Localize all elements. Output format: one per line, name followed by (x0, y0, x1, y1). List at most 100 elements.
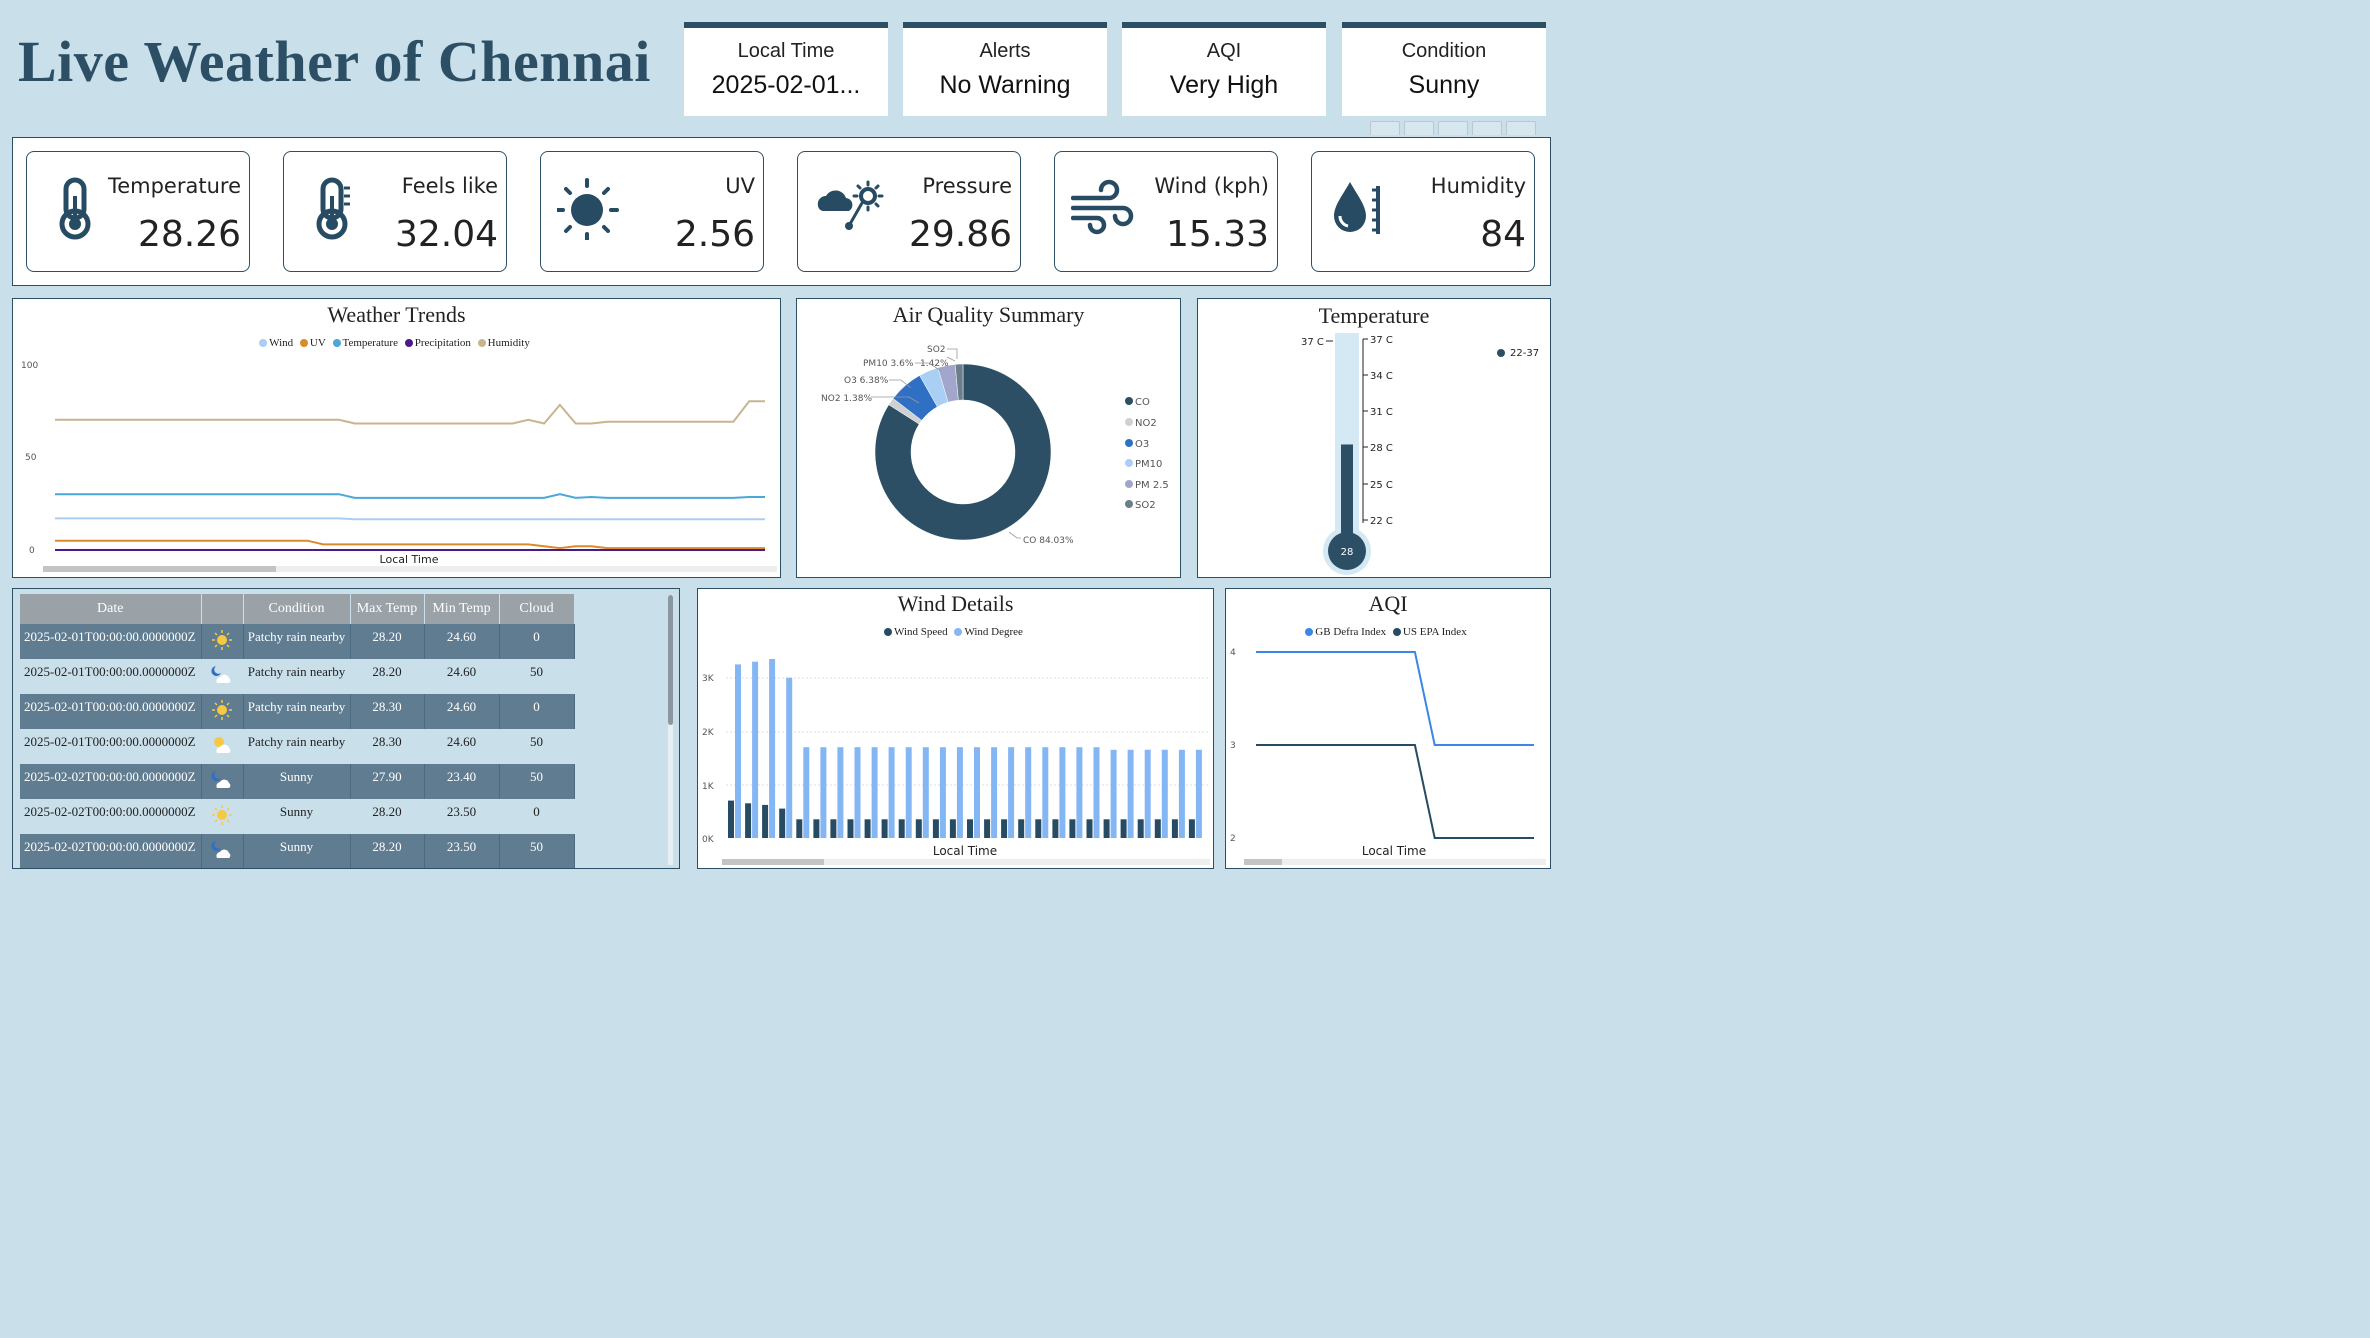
col-max-temp[interactable]: Max Temp (350, 594, 425, 624)
bar-wind-degree[interactable] (888, 747, 895, 838)
thermometer-gauge: 28 37 C 37 C 34 C 31 C 28 C 25 C 22 C 22… (1301, 333, 1539, 575)
bar-wind-degree[interactable] (939, 747, 946, 838)
horizontal-scrollbar[interactable] (43, 566, 276, 572)
bar-wind-speed[interactable] (1188, 819, 1195, 838)
thermometer-icon (59, 177, 91, 240)
weather-trends-panel[interactable]: Weather Trends Wind UV Temperature Preci… (12, 298, 781, 578)
table-row[interactable]: 2025-02-02T00:00:00.0000000Z Sunny 27.90… (20, 764, 575, 799)
focus-mode-button[interactable] (1438, 121, 1468, 135)
bar-wind-degree[interactable] (786, 677, 793, 838)
horizontal-scrollbar[interactable] (1244, 859, 1282, 865)
bar-wind-degree[interactable] (956, 747, 963, 838)
bar-wind-speed[interactable] (796, 819, 803, 838)
bar-wind-degree[interactable] (1042, 747, 1049, 838)
page-title: Live Weather of Chennai (18, 29, 651, 94)
bar-wind-speed[interactable] (728, 800, 734, 838)
bar-wind-degree[interactable] (1195, 749, 1202, 838)
table-row[interactable]: 2025-02-02T00:00:00.0000000Z Sunny 28.20… (20, 799, 574, 834)
bar-wind-speed[interactable] (1018, 819, 1025, 838)
cell-max: 28.20 (350, 834, 425, 868)
bar-wind-degree[interactable] (991, 747, 998, 838)
bar-wind-degree[interactable] (735, 664, 741, 838)
copy-button[interactable] (1404, 121, 1434, 135)
table-row[interactable]: 2025-02-01T00:00:00.0000000Z Patchy rain… (20, 694, 575, 729)
table-row[interactable]: 2025-02-02T00:00:00.0000000Z Sunny 28.20… (20, 834, 575, 868)
forecast-table-panel[interactable]: Date Condition Max Temp Min Temp Cloud 2… (12, 588, 680, 869)
bar-wind-speed[interactable] (1171, 819, 1178, 838)
bar-wind-speed[interactable] (1120, 819, 1127, 838)
bar-wind-speed[interactable] (932, 819, 939, 838)
table-row[interactable]: 2025-02-01T00:00:00.0000000Z Patchy rain… (20, 659, 574, 694)
more-options-button[interactable] (1506, 121, 1536, 135)
kpi-uv[interactable]: UV 2.56 (540, 151, 764, 272)
bar-wind-degree[interactable] (1178, 749, 1185, 838)
kpi-humidity[interactable]: Humidity 84 (1311, 151, 1535, 272)
bar-wind-degree[interactable] (1161, 749, 1168, 838)
kpi-temperature[interactable]: Temperature 28.26 (26, 151, 250, 272)
bar-wind-degree[interactable] (1127, 749, 1134, 838)
table-scrollbar[interactable] (668, 595, 673, 725)
thermometer-feels-icon (316, 177, 350, 240)
bar-wind-degree[interactable] (854, 747, 861, 838)
temperature-gauge-panel[interactable]: Temperature 28 37 C 37 C 34 C 31 C 28 C … (1197, 298, 1551, 578)
bar-wind-speed[interactable] (898, 819, 905, 838)
bar-wind-speed[interactable] (1035, 819, 1042, 838)
col-min-temp[interactable]: Min Temp (424, 594, 500, 624)
air-quality-panel[interactable]: Air Quality Summary CO 84.03% NO2 1.38% … (796, 298, 1181, 578)
bar-wind-speed[interactable] (1086, 819, 1093, 838)
bar-wind-speed[interactable] (949, 819, 956, 838)
bar-wind-speed[interactable] (915, 819, 922, 838)
aqi-chart-panel[interactable]: AQI GB Defra Index US EPA Index 4 3 2 Lo… (1225, 588, 1551, 869)
bar-wind-speed[interactable] (1154, 819, 1161, 838)
bar-wind-speed[interactable] (881, 819, 888, 838)
bar-wind-speed[interactable] (847, 819, 854, 838)
kpi-feels-like[interactable]: Feels like 32.04 (283, 151, 507, 272)
bar-wind-speed[interactable] (762, 804, 769, 838)
bar-wind-speed[interactable] (967, 819, 973, 838)
cell-min: 23.50 (424, 799, 499, 834)
table-row[interactable]: 2025-02-01T00:00:00.0000000Z Patchy rain… (20, 729, 574, 764)
col-icon[interactable] (201, 594, 244, 624)
bar-wind-degree[interactable] (1059, 747, 1066, 838)
kpi-pressure[interactable]: Pressure 29.86 (797, 151, 1021, 272)
bar-wind-speed[interactable] (830, 819, 837, 838)
wind-details-panel[interactable]: Wind Details Wind Speed Wind Degree 3K 2… (697, 588, 1214, 869)
bar-wind-speed[interactable] (813, 819, 820, 838)
col-date[interactable]: Date (20, 594, 202, 624)
bar-wind-degree[interactable] (1025, 747, 1032, 838)
bar-wind-speed[interactable] (864, 819, 871, 838)
bar-wind-degree[interactable] (820, 747, 827, 838)
horizontal-scrollbar[interactable] (722, 859, 824, 865)
bar-wind-speed[interactable] (1103, 819, 1110, 838)
bar-wind-degree[interactable] (1144, 749, 1151, 838)
bar-wind-degree[interactable] (1093, 747, 1100, 838)
bar-wind-degree[interactable] (837, 747, 844, 838)
drill-up-button[interactable] (1370, 121, 1400, 135)
filter-button[interactable] (1472, 121, 1502, 135)
bar-wind-speed[interactable] (984, 819, 991, 838)
bar-wind-speed[interactable] (779, 808, 786, 838)
bar-wind-degree[interactable] (803, 747, 810, 838)
bar-wind-speed[interactable] (1069, 819, 1076, 838)
legend-pm25: PM 2.5 (1135, 480, 1169, 491)
bar-wind-speed[interactable] (1052, 819, 1059, 838)
bar-wind-degree[interactable] (871, 747, 878, 838)
col-cloud[interactable]: Cloud (499, 594, 575, 624)
cell-condition: Patchy rain nearby (243, 694, 351, 729)
bar-wind-speed[interactable] (1001, 819, 1008, 838)
kpi-wind[interactable]: Wind (kph) 15.33 (1054, 151, 1278, 272)
bar-wind-speed[interactable] (745, 803, 752, 838)
bar-wind-degree[interactable] (1008, 747, 1015, 838)
bar-wind-degree[interactable] (1110, 749, 1117, 838)
table-row[interactable]: 2025-02-01T00:00:00.0000000Z Patchy rain… (20, 624, 575, 659)
bar-wind-speed[interactable] (1137, 819, 1144, 838)
no2-label: NO2 1.38% (821, 394, 872, 404)
bar-wind-degree[interactable] (905, 747, 912, 838)
bar-wind-degree[interactable] (974, 747, 980, 838)
col-condition[interactable]: Condition (243, 594, 351, 624)
bar-wind-degree[interactable] (769, 659, 776, 838)
bar-wind-degree[interactable] (922, 747, 929, 838)
bar-wind-degree[interactable] (752, 661, 759, 838)
cell-min: 23.40 (424, 764, 500, 799)
bar-wind-degree[interactable] (1076, 747, 1083, 838)
